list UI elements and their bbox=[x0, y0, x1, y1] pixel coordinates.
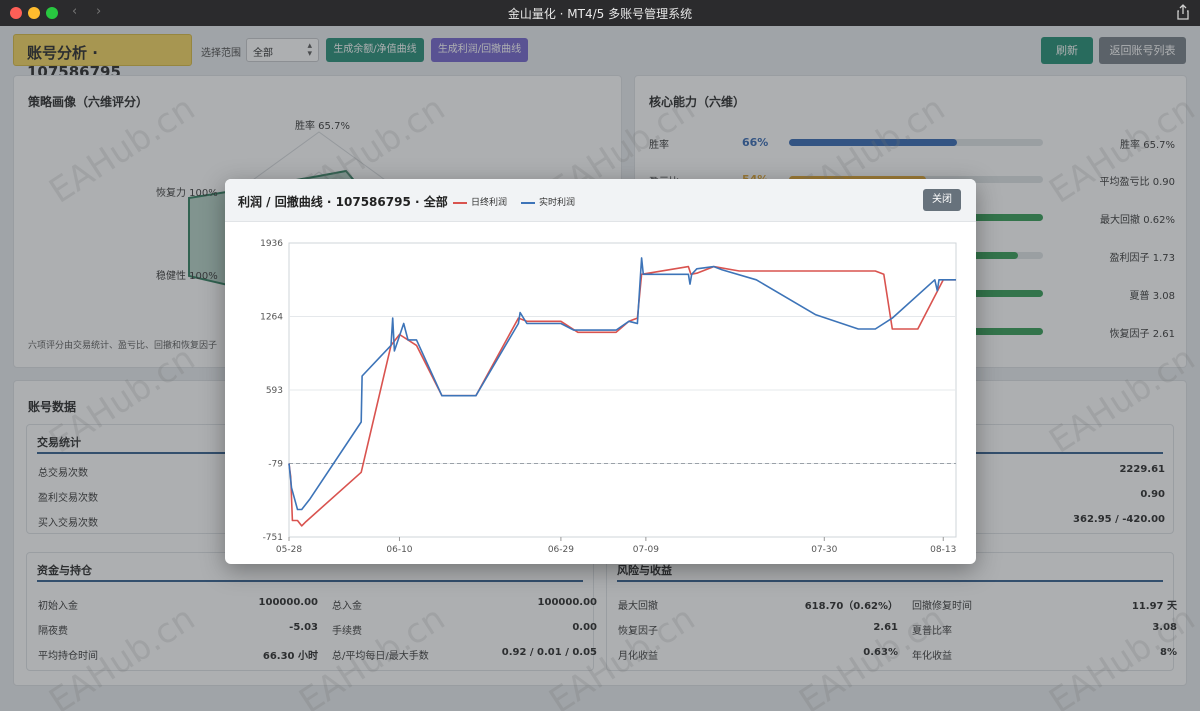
y-tick-label: -79 bbox=[268, 459, 283, 469]
y-tick-label: 1936 bbox=[260, 239, 283, 249]
y-tick-label: -751 bbox=[263, 533, 283, 543]
y-tick-label: 1264 bbox=[260, 313, 283, 323]
modal-header: 利润 / 回撤曲线 · 107586795 · 全部 日终利润 实时利润 关闭 bbox=[225, 179, 976, 222]
x-tick-label: 05-28 bbox=[276, 545, 302, 555]
legend-daily-profit: 日终利润 bbox=[453, 195, 507, 208]
legend-realtime-profit: 实时利润 bbox=[521, 195, 575, 208]
legend-label: 日终利润 bbox=[471, 198, 508, 208]
profit-drawdown-modal: 利润 / 回撤曲线 · 107586795 · 全部 日终利润 实时利润 关闭 … bbox=[225, 179, 976, 564]
window-titlebar: ‹ › 金山量化 · MT4/5 多账号管理系统 bbox=[0, 0, 1200, 26]
x-tick-label: 06-10 bbox=[386, 545, 412, 555]
x-tick-label: 07-09 bbox=[633, 545, 659, 555]
y-tick-label: 593 bbox=[266, 386, 283, 396]
modal-title: 利润 / 回撤曲线 · 107586795 · 全部 bbox=[238, 195, 448, 209]
x-tick-label: 08-13 bbox=[930, 545, 956, 555]
profit-drawdown-chart: 1936 1264 593 -79 -751 05-28 06-10 06-29 07-09 07… bbox=[260, 239, 957, 555]
close-modal-button[interactable]: 关闭 bbox=[923, 189, 961, 211]
legend-label: 实时利润 bbox=[539, 198, 576, 208]
window-title: 金山量化 · MT4/5 多账号管理系统 bbox=[507, 7, 693, 21]
x-tick-label: 07-30 bbox=[811, 545, 837, 555]
share-icon[interactable] bbox=[1176, 4, 1190, 20]
legend-swatch-blue bbox=[521, 201, 535, 204]
legend-swatch-red bbox=[453, 201, 467, 204]
x-tick-label: 06-29 bbox=[548, 545, 574, 555]
